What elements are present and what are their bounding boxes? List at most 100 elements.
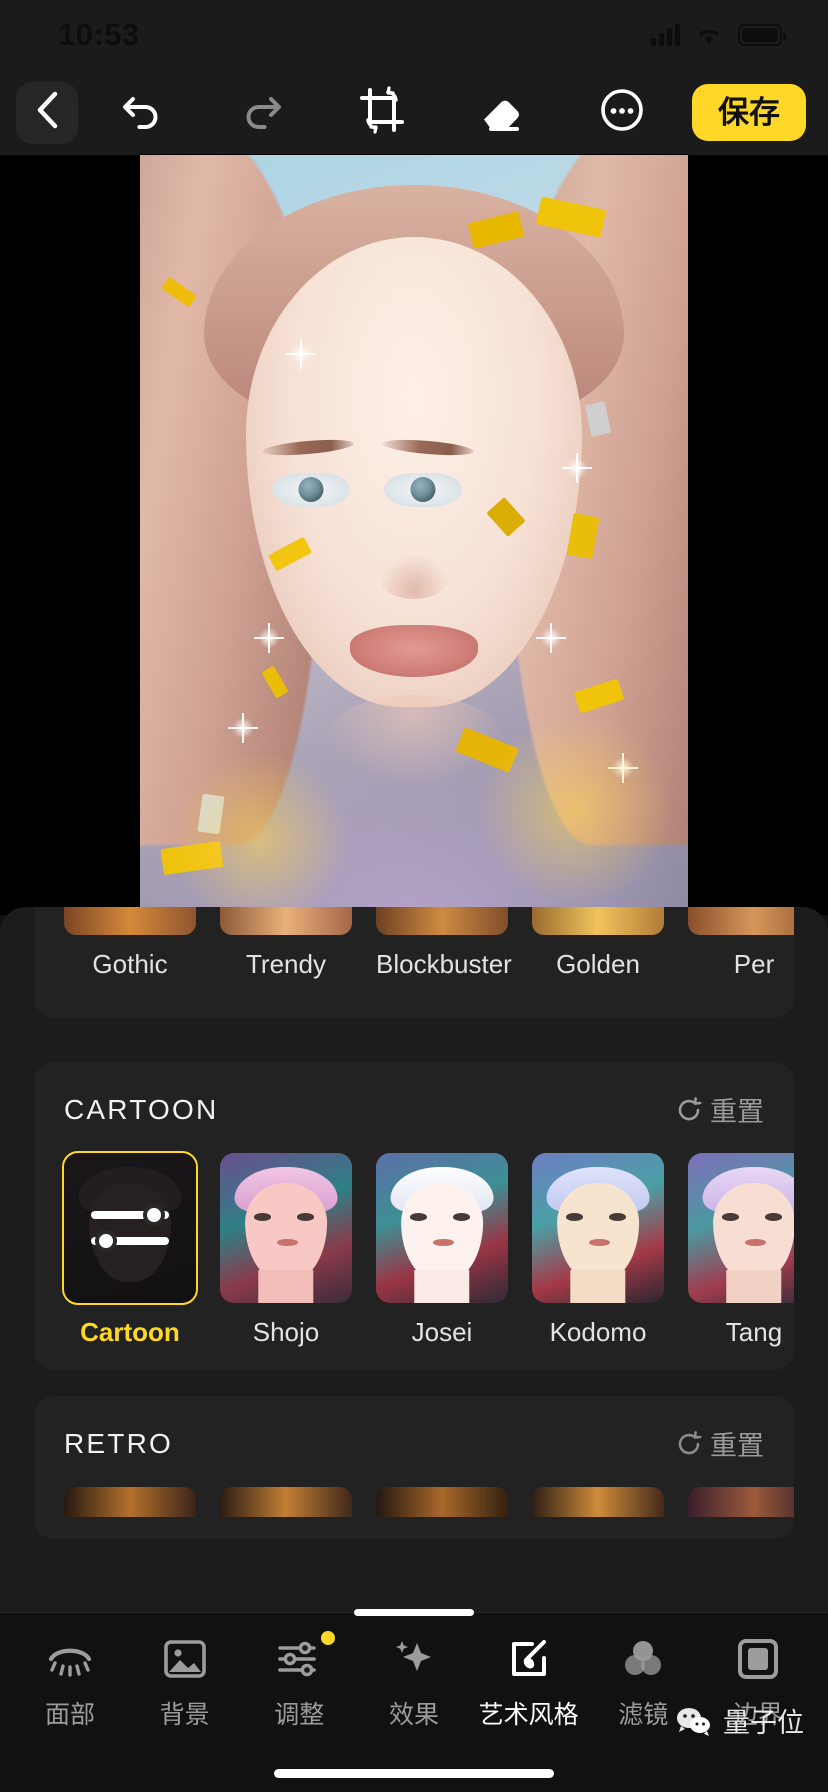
style-thumbnail (64, 1487, 196, 1517)
thumb-art (220, 1153, 352, 1303)
style-thumbnail (688, 1153, 794, 1303)
cartoon-reset-label: 重置 (710, 1097, 764, 1127)
retro-reset-button[interactable]: 重置 (676, 1424, 764, 1463)
cartoon-style-row[interactable]: Cartoon Shojo Josei Kodomo Tang (34, 1135, 794, 1370)
more-options-icon (599, 87, 645, 138)
crop-rotate-button[interactable] (355, 86, 409, 140)
nav-item-background[interactable]: 背景 (133, 1633, 237, 1731)
redo-button[interactable] (235, 86, 289, 140)
style-thumbnail (220, 907, 352, 935)
crop-rotate-icon (358, 86, 406, 139)
photo-preview[interactable] (140, 155, 688, 915)
cartoon-section-header: CARTOON 重置 (34, 1062, 794, 1135)
photo-nose (378, 553, 450, 599)
style-row-partial[interactable]: Gothic Trendy Blockbuster Golden Per (34, 907, 794, 1002)
style-thumbnail (376, 1153, 508, 1303)
retro-section-header: RETRO 重置 (34, 1396, 794, 1469)
save-button[interactable]: 保存 (692, 84, 806, 141)
style-thumbnail (376, 907, 508, 935)
sparkle (564, 455, 590, 481)
glow (470, 715, 680, 905)
style-item-josei[interactable]: Josei (376, 1153, 508, 1348)
style-label: Per (733, 949, 775, 979)
style-item[interactable] (532, 1487, 664, 1517)
style-item[interactable] (220, 1487, 352, 1517)
eye-lashes-icon (44, 1633, 96, 1685)
thumb-art (688, 1153, 794, 1303)
watermark-text: 量子位 (723, 1708, 804, 1738)
sparkles-icon (388, 1633, 440, 1685)
style-item[interactable] (376, 1487, 508, 1517)
photo-canvas-area (0, 155, 828, 915)
retro-style-row[interactable] (34, 1469, 794, 1539)
style-thumbnail (64, 907, 196, 935)
retro-section: RETRO 重置 (34, 1396, 794, 1539)
more-options-button[interactable] (595, 86, 649, 140)
eraser-button[interactable] (475, 86, 529, 140)
style-label: Cartoon (80, 1317, 180, 1347)
sliders-overlay (64, 1153, 196, 1303)
sparkle (230, 715, 256, 741)
slider-track (91, 1230, 169, 1252)
cartoon-section: CARTOON 重置 Cartoon Shojo Josei Kodomo Ta… (34, 1062, 794, 1370)
style-label: Golden (556, 949, 640, 979)
style-thumbnail (532, 1153, 664, 1303)
chevron-left-icon (34, 90, 60, 135)
undo-icon (119, 90, 165, 135)
style-label: Trendy (246, 949, 326, 979)
redo-icon (239, 90, 285, 135)
sparkle (538, 625, 564, 651)
style-item[interactable]: Per (688, 907, 794, 980)
style-item-tang[interactable]: Tang (688, 1153, 794, 1348)
glow (160, 755, 360, 915)
style-label: Gothic (92, 949, 168, 979)
active-tab-indicator (354, 1609, 474, 1616)
image-icon (159, 1633, 211, 1685)
style-item[interactable]: Golden (532, 907, 664, 980)
eraser-icon (478, 88, 526, 137)
style-item[interactable]: Gothic (64, 907, 196, 980)
editor-toolbar: 保存 (0, 70, 828, 155)
filter-circles-icon (617, 1633, 669, 1685)
nav-item-effects[interactable]: 效果 (362, 1633, 466, 1731)
reset-arrow-icon (676, 1096, 702, 1123)
art-brush-icon (503, 1633, 555, 1685)
style-thumbnail (220, 1487, 352, 1517)
style-label: Kodomo (549, 1317, 647, 1347)
nav-item-adjust[interactable]: 调整 (247, 1631, 351, 1731)
style-item[interactable] (688, 1487, 794, 1517)
sparkle (288, 341, 314, 367)
style-label: Blockbuster (376, 949, 512, 979)
nav-item-face[interactable]: 面部 (18, 1633, 122, 1731)
style-thumbnail (688, 1487, 794, 1517)
style-item-cartoon[interactable]: Cartoon (62, 1151, 198, 1348)
style-label: Tang (725, 1317, 783, 1347)
style-item[interactable]: Blockbuster (376, 907, 512, 980)
style-label: Josei (411, 1317, 473, 1347)
app-root: 10:53 保存 Gothic Trendy Blockbuster Golde… (0, 0, 828, 1792)
nav-label: 艺术风格 (478, 1701, 579, 1729)
style-item-shojo[interactable]: Shojo (220, 1153, 352, 1348)
style-thumbnail (220, 1153, 352, 1303)
style-thumbnail (532, 1487, 664, 1517)
nav-label: 调整 (274, 1701, 325, 1729)
home-indicator[interactable] (274, 1769, 554, 1778)
style-thumbnail (532, 907, 664, 935)
undo-button[interactable] (115, 86, 169, 140)
nav-item-art-style[interactable]: 艺术风格 (477, 1633, 581, 1731)
status-bar: 10:53 (0, 0, 828, 70)
wechat-icon (675, 1706, 713, 1736)
thumb-art (532, 1153, 664, 1303)
wifi-icon (694, 24, 724, 46)
style-item-kodomo[interactable]: Kodomo (532, 1153, 664, 1348)
nav-label: 效果 (388, 1701, 439, 1729)
cartoon-reset-button[interactable]: 重置 (676, 1090, 764, 1129)
style-thumbnail (62, 1151, 198, 1305)
style-thumbnail (688, 907, 794, 935)
style-item[interactable]: Trendy (220, 907, 352, 980)
styles-sheet: Gothic Trendy Blockbuster Golden Per CAR… (0, 907, 828, 1612)
watermark: 量子位 (675, 1701, 804, 1740)
nav-badge-dot (321, 1631, 336, 1645)
back-button[interactable] (16, 81, 78, 144)
style-item[interactable] (64, 1487, 196, 1517)
